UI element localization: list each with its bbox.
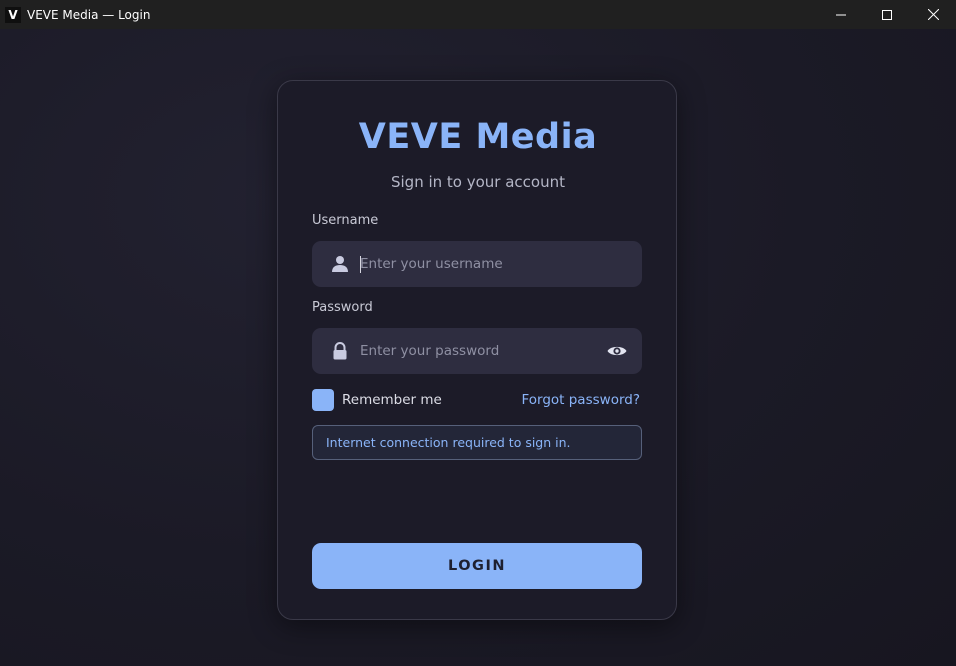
lock-icon: [333, 342, 347, 360]
username-input[interactable]: [360, 241, 600, 287]
minimize-icon: [836, 14, 846, 15]
maximize-button[interactable]: [864, 0, 910, 29]
close-button[interactable]: [910, 0, 956, 29]
username-field[interactable]: [312, 241, 642, 287]
maximize-icon: [882, 9, 892, 20]
brand-title: VEVE Media: [358, 117, 598, 157]
remember-me-checkbox[interactable]: [312, 389, 334, 411]
connection-notice-text: Internet connection required to sign in.: [326, 435, 571, 450]
login-window: V VEVE Media — Login VEVE Media Sign in …: [0, 0, 956, 666]
login-button[interactable]: LOGIN: [312, 543, 642, 589]
password-label: Password: [312, 300, 373, 315]
remember-me-label[interactable]: Remember me: [342, 391, 442, 409]
username-label: Username: [312, 213, 379, 228]
window-controls: [818, 0, 956, 29]
connection-notice: Internet connection required to sign in.: [312, 425, 642, 460]
forgot-password-link[interactable]: Forgot password?: [521, 391, 640, 409]
sign-in-subtitle: Sign in to your account: [390, 173, 565, 191]
minimize-button[interactable]: [818, 0, 864, 29]
title-bar: V VEVE Media — Login: [0, 0, 956, 29]
close-icon: [927, 9, 939, 20]
eye-icon[interactable]: [606, 341, 628, 361]
app-logo-icon: V: [5, 6, 21, 23]
window-title: VEVE Media — Login: [27, 7, 151, 22]
text-caret: [360, 256, 361, 273]
password-field[interactable]: [312, 328, 642, 374]
user-icon: [332, 256, 348, 272]
password-input[interactable]: [360, 328, 600, 374]
